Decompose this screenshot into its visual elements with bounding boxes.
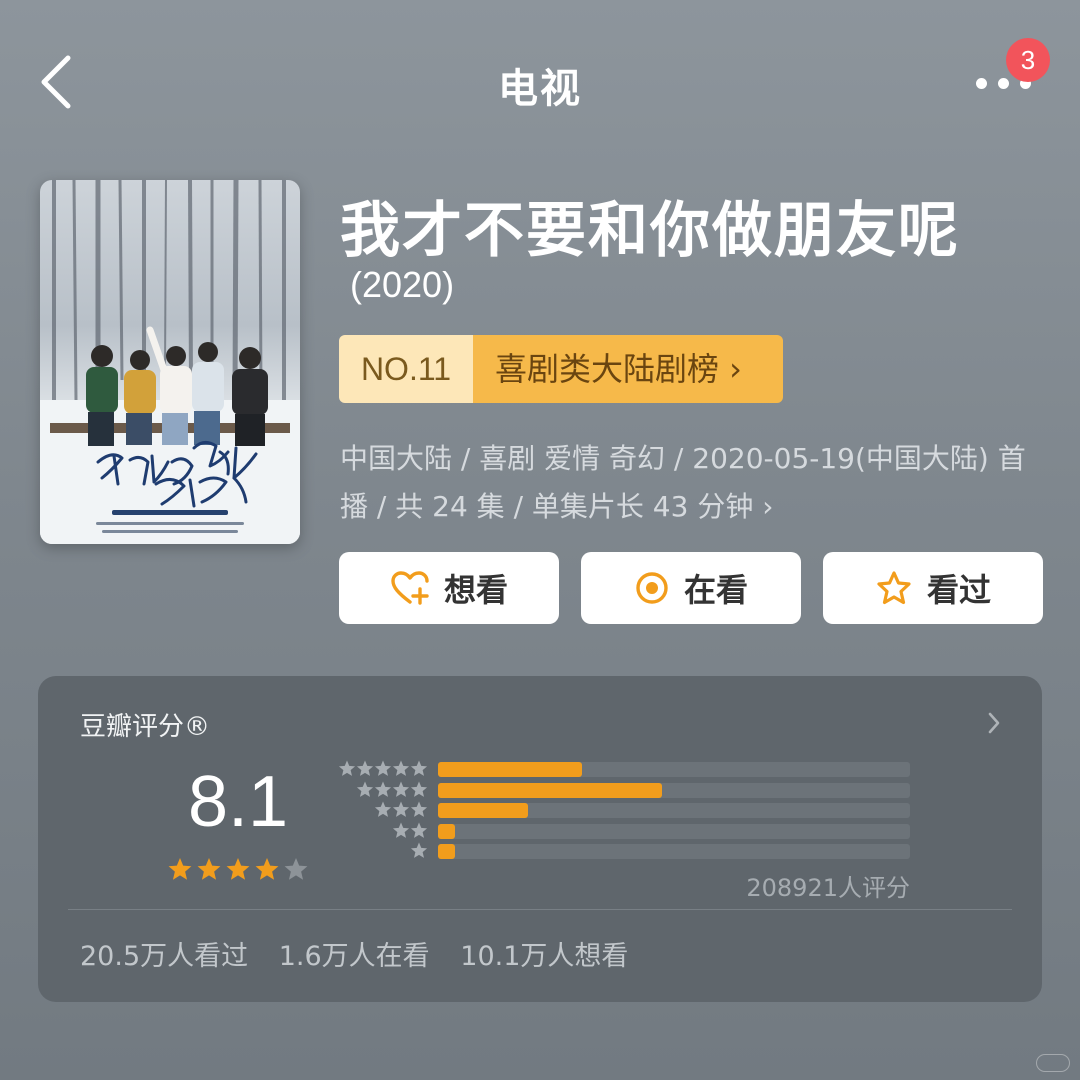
star-filled-icon bbox=[168, 858, 192, 880]
notification-badge: 3 bbox=[1006, 38, 1050, 82]
distribution-bar-fill bbox=[438, 762, 582, 777]
rating-card[interactable]: 豆瓣评分® 8.1 208921人评分 20.5万人看过 1.6万人在看 10.… bbox=[38, 676, 1042, 1002]
rank-list-name: 喜剧类大陆剧榜 › bbox=[473, 335, 783, 403]
distribution-stars-icon bbox=[356, 781, 428, 797]
star-icon bbox=[338, 760, 356, 776]
distribution-bar-track bbox=[438, 782, 910, 798]
page-title: 电视 bbox=[498, 66, 582, 112]
rank-number: NO.11 bbox=[339, 335, 473, 403]
action-buttons: 想看 在看 看过 bbox=[339, 552, 1043, 624]
rating-stars bbox=[168, 856, 348, 890]
chevron-right-icon: › bbox=[762, 490, 774, 523]
poster-artwork bbox=[40, 180, 300, 544]
distribution-row-3 bbox=[328, 801, 928, 819]
distribution-bar-track bbox=[438, 762, 910, 777]
show-meta[interactable]: 中国大陆 / 喜剧 爱情 奇幻 / 2020-05-19(中国大陆) 首播 / … bbox=[340, 435, 1045, 531]
show-meta-text: 中国大陆 / 喜剧 爱情 奇幻 / 2020-05-19(中国大陆) 首播 / … bbox=[340, 442, 1026, 523]
star-icon bbox=[410, 842, 428, 858]
star-icon bbox=[392, 781, 410, 797]
watching-count: 1.6万人在看 bbox=[278, 941, 430, 972]
rating-count: 208921人评分 bbox=[746, 874, 910, 902]
watermark bbox=[1036, 1054, 1070, 1072]
distribution-row-2 bbox=[328, 822, 928, 840]
star-icon bbox=[374, 801, 392, 817]
wish-count: 10.1万人想看 bbox=[460, 941, 629, 972]
show-year: (2020) bbox=[350, 264, 455, 305]
distribution-bar-fill bbox=[438, 782, 663, 798]
rating-card-title: 豆瓣评分® bbox=[80, 712, 211, 742]
star-filled-icon bbox=[197, 858, 221, 880]
distribution-stars-icon bbox=[410, 842, 428, 858]
distribution-bar-track bbox=[438, 803, 910, 818]
rating-score: 8.1 bbox=[188, 762, 289, 842]
show-title: 我才不要和你做朋友呢 bbox=[340, 196, 960, 266]
star-icon bbox=[356, 781, 374, 797]
distribution-bar-track bbox=[438, 823, 910, 839]
watched-label: 看过 bbox=[926, 571, 991, 609]
star-outline-icon bbox=[877, 571, 911, 605]
star-icon bbox=[410, 801, 428, 817]
star-icon bbox=[410, 822, 428, 838]
record-circle-icon bbox=[636, 572, 668, 604]
chevron-right-icon bbox=[988, 712, 1000, 734]
star-icon bbox=[410, 781, 428, 797]
score-stars-svg bbox=[168, 858, 308, 880]
star-empty-icon bbox=[284, 858, 308, 880]
nav-bar: 电视 3 bbox=[0, 0, 1080, 160]
star-icon bbox=[374, 781, 392, 797]
star-icon bbox=[410, 760, 428, 776]
star-icon bbox=[392, 760, 410, 776]
divider bbox=[68, 909, 1012, 910]
distribution-bar-fill bbox=[438, 803, 528, 818]
want-to-watch-label: 想看 bbox=[443, 571, 508, 609]
watching-button[interactable]: 在看 bbox=[581, 552, 801, 624]
distribution-stars-icon bbox=[338, 760, 428, 776]
star-icon bbox=[356, 760, 374, 776]
distribution-stars-icon bbox=[392, 822, 428, 838]
heart-plus-icon bbox=[391, 571, 429, 605]
distribution-row-4 bbox=[328, 781, 928, 799]
star-icon bbox=[392, 822, 410, 838]
distribution-bar-fill bbox=[438, 844, 455, 859]
want-to-watch-button[interactable]: 想看 bbox=[339, 552, 559, 624]
star-icon bbox=[392, 801, 410, 817]
watch-stats: 20.5万人看过 1.6万人在看 10.1万人想看 bbox=[80, 934, 650, 973]
more-dots-icon bbox=[976, 78, 987, 89]
star-filled-icon bbox=[226, 858, 250, 880]
poster-image[interactable] bbox=[40, 180, 300, 544]
watched-count: 20.5万人看过 bbox=[80, 941, 249, 972]
distribution-row-1 bbox=[328, 842, 928, 860]
more-dots-icon bbox=[998, 78, 1009, 89]
ranking-tag[interactable]: NO.11 喜剧类大陆剧榜 › bbox=[339, 335, 783, 403]
star-filled-icon bbox=[255, 858, 279, 880]
distribution-bar-fill bbox=[438, 823, 455, 839]
star-icon bbox=[374, 760, 392, 776]
distribution-bar-track bbox=[438, 844, 910, 859]
watching-label: 在看 bbox=[683, 571, 748, 609]
distribution-row-5 bbox=[328, 760, 928, 778]
rating-detail-arrow[interactable] bbox=[982, 706, 1006, 740]
distribution-stars-icon bbox=[374, 801, 428, 817]
watched-button[interactable]: 看过 bbox=[823, 552, 1043, 624]
